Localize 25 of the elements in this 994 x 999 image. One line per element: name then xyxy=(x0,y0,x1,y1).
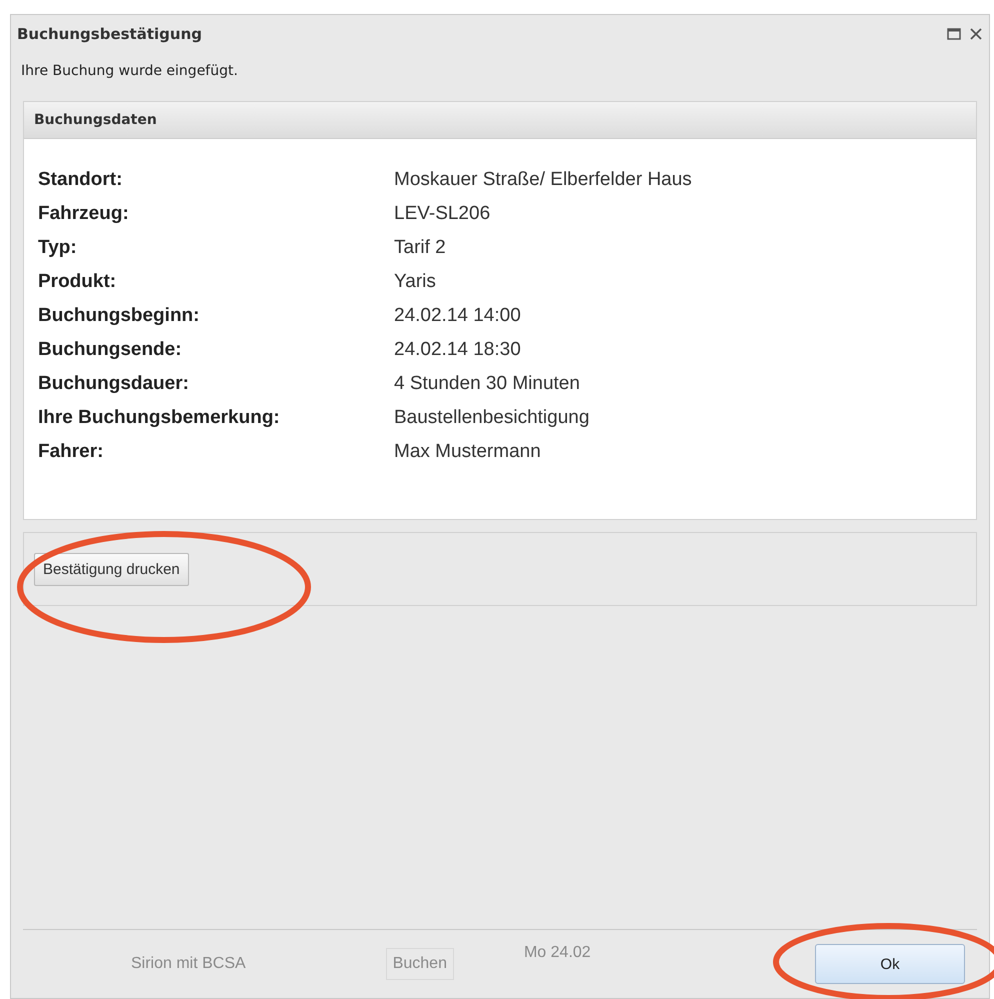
vehicle-label: Sirion mit BCSA xyxy=(131,955,246,973)
field-value: Yaris xyxy=(394,270,437,294)
field-label: Produkt: xyxy=(38,270,118,294)
field-label: Fahrzeug: xyxy=(38,202,130,226)
field-label: Typ: xyxy=(38,236,78,260)
field-value: Baustellenbesichtigung xyxy=(394,406,590,430)
field-value: Moskauer Straße/ Elberfelder Haus xyxy=(394,168,693,192)
ok-button[interactable]: Ok xyxy=(815,944,965,984)
field-label: Buchungsende: xyxy=(38,338,183,362)
window-title: Buchungsbestätigung xyxy=(17,25,202,43)
field-value: LEV-SL206 xyxy=(394,202,492,226)
field-label: Ihre Buchungsbemerkung: xyxy=(38,406,281,430)
print-button[interactable]: Bestätigung drucken xyxy=(34,552,189,586)
field-label: Standort: xyxy=(38,168,124,192)
panel-header: Buchungsdaten xyxy=(24,102,976,139)
field-value: 24.02.14 18:30 xyxy=(394,338,522,362)
field-label: Fahrer: xyxy=(38,440,104,464)
field-label: Buchungsdauer: xyxy=(38,372,190,396)
field-label: Buchungsbeginn: xyxy=(38,304,200,328)
field-value: 24.02.14 14:00 xyxy=(394,304,522,328)
date-label: Mo 24.02 xyxy=(524,944,591,962)
confirmation-message: Ihre Buchung wurde eingefügt. xyxy=(20,62,239,81)
field-value: 4 Stunden 30 Minuten xyxy=(394,372,581,396)
field-value: Tarif 2 xyxy=(394,236,447,260)
field-value: Max Mustermann xyxy=(394,440,542,464)
